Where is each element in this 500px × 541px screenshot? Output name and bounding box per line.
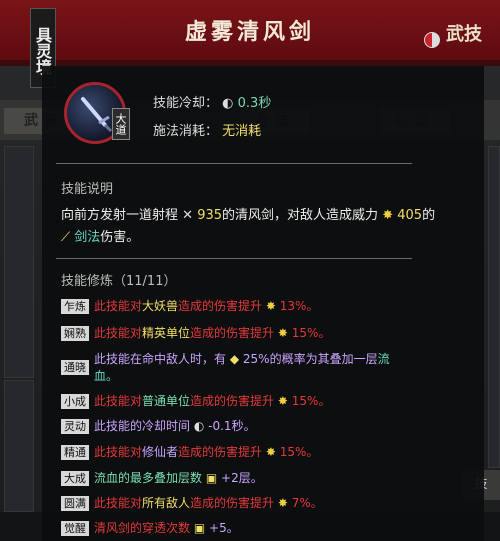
desc-text: 的 bbox=[422, 208, 436, 223]
stage-tag: 娴熟 bbox=[61, 326, 89, 341]
row-text: 此技能对精英单位造成的伤害提升 ✸ 15%。 bbox=[94, 326, 331, 340]
row-text: 此技能在命中敌人时，有 ◆ 25%的概率为其叠加一层流 血。 bbox=[94, 352, 390, 383]
divider bbox=[56, 163, 412, 164]
cost-stat: 施法消耗： 无消耗 bbox=[153, 120, 261, 139]
toggle-dot-icon[interactable] bbox=[424, 32, 440, 48]
stack-icon: ▣ bbox=[205, 471, 218, 485]
row-text: 清风剑的穿透次数 ▣ +5。 bbox=[94, 521, 239, 535]
background-cell bbox=[4, 146, 34, 378]
stage-tag: 精通 bbox=[61, 445, 89, 460]
power-icon: ✸ bbox=[382, 208, 394, 223]
range-icon: ✕ bbox=[182, 208, 194, 223]
row-text: 此技能对大妖兽造成的伤害提升 ✸ 13%。 bbox=[94, 299, 319, 313]
desc-text: 向前方发射一道射程 bbox=[61, 208, 179, 223]
skill-description: 向前方发射一道射程 ✕ 935的清风剑，对敌人造成威力 ✸ 405的 ⟋ 剑法伤… bbox=[61, 205, 476, 249]
stage-tag: 觉醒 bbox=[61, 521, 89, 536]
desc-text: 伤害。 bbox=[100, 230, 140, 245]
sun-icon: ✸ bbox=[277, 496, 288, 510]
cost-value: 无消耗 bbox=[222, 124, 262, 139]
stage-tag: 圆满 bbox=[61, 496, 89, 511]
power-value: 405 bbox=[397, 208, 423, 223]
row-text: 流血的最多叠加层数 ▣ +2层。 bbox=[94, 471, 263, 485]
sun-icon: ✸ bbox=[277, 326, 288, 340]
row-text: 此技能对修仙者造成的伤害提升 ✸ 15%。 bbox=[94, 445, 319, 459]
cost-label: 施法消耗： bbox=[153, 124, 219, 139]
skill-type-label: 武技 bbox=[446, 24, 482, 45]
stage-tag: 通晓 bbox=[61, 360, 89, 375]
stage-tag: 灵动 bbox=[61, 419, 89, 434]
cultivation-heading: 技能修炼（11/11） bbox=[61, 274, 177, 289]
row-text: 此技能的冷却时间 ◐ -0.1秒。 bbox=[94, 419, 256, 433]
cooldown-value: 0.3秒 bbox=[237, 96, 272, 111]
element-value: 剑法 bbox=[74, 230, 101, 245]
pierce-icon: ▣ bbox=[193, 521, 206, 535]
sun-icon: ✸ bbox=[277, 394, 288, 408]
chance-icon: ◆ bbox=[229, 352, 240, 366]
sword-art-icon: ⟋ bbox=[61, 230, 71, 245]
divider bbox=[56, 258, 412, 259]
stage-tag: 大成 bbox=[61, 471, 89, 486]
sun-icon: ✸ bbox=[265, 299, 276, 313]
clock-icon: ◐ bbox=[222, 96, 234, 111]
stage-tag: 乍炼 bbox=[61, 299, 89, 314]
background-cell bbox=[488, 146, 500, 468]
cooldown-label: 技能冷却： bbox=[153, 96, 219, 111]
stage-tag: 小成 bbox=[61, 394, 89, 409]
row-text: 此技能对普通单位造成的伤害提升 ✸ 15%。 bbox=[94, 394, 331, 408]
sun-icon: ✸ bbox=[265, 445, 276, 459]
clock-icon: ◐ bbox=[193, 419, 205, 433]
grade-badge: 大道 bbox=[112, 108, 130, 140]
background-cell bbox=[4, 380, 34, 512]
desc-text: 的清风剑，对敌人造成威力 bbox=[222, 208, 379, 223]
row-text: 此技能对所有敌人造成的伤害提升 ✸ 7%。 bbox=[94, 496, 323, 510]
cooldown-stat: 技能冷却： ◐ 0.3秒 bbox=[153, 92, 271, 111]
description-heading: 技能说明 bbox=[61, 182, 114, 197]
range-value: 935 bbox=[197, 208, 223, 223]
